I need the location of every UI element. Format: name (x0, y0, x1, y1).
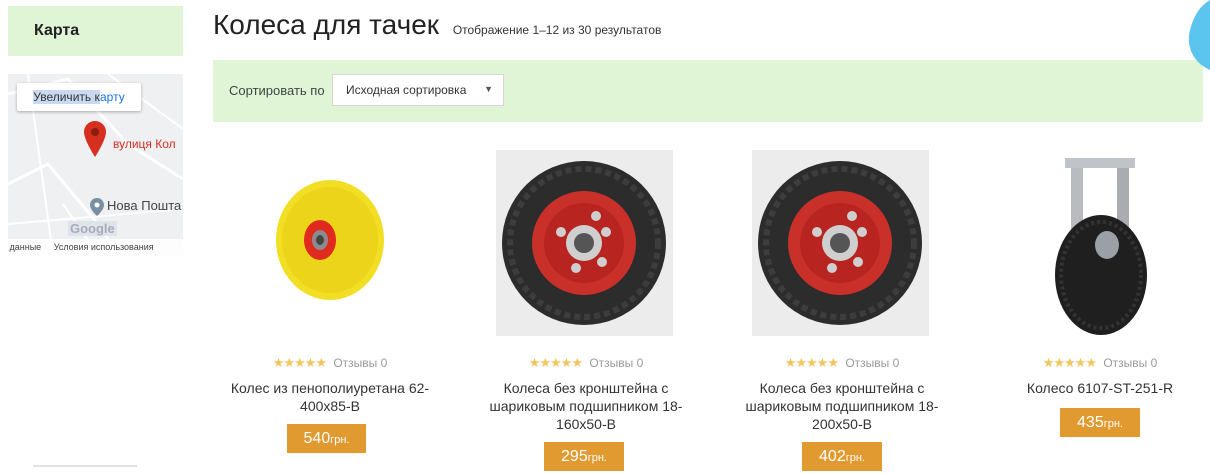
product-name[interactable]: Колесо 6107-ST-251-R (980, 379, 1210, 397)
map-footer: е данные Условия использования (8, 239, 183, 255)
price-currency: грн. (1103, 418, 1123, 430)
sort-select[interactable]: Исходная сортировка ▼ (332, 74, 504, 106)
reviews-link[interactable]: Отзывы 0 (845, 356, 899, 370)
price-value: 295 (561, 448, 588, 465)
product-image[interactable] (270, 170, 390, 315)
sort-selected-value: Исходная сортировка (346, 83, 467, 97)
product-rating: ★★★★★ Отзывы 0 (980, 355, 1210, 371)
enlarge-map-text: Увеличить к (33, 90, 100, 104)
reviews-link[interactable]: Отзывы 0 (589, 356, 643, 370)
red-rim-wheel-image (752, 150, 929, 336)
map-poi-label: Нова Пошта (107, 198, 182, 213)
price-button[interactable]: 435грн. (1060, 408, 1140, 437)
product-image[interactable] (496, 150, 673, 341)
result-count: Отображение 1–12 из 30 результатов (452, 23, 662, 37)
price-value: 402 (819, 448, 846, 465)
product-rating: ★★★★★ Отзывы 0 (210, 355, 450, 371)
price-currency: грн. (845, 452, 865, 464)
page-title-text: Колеса для тачек (213, 9, 440, 40)
corner-decoration (1188, 0, 1210, 70)
product-image[interactable] (1035, 150, 1165, 345)
enlarge-map-link-text: арту (100, 90, 125, 104)
product-rating: ★★★★★ Отзывы 0 (722, 355, 962, 371)
price-button[interactable]: 295грн. (544, 442, 624, 471)
map-pin-icon[interactable] (84, 121, 106, 157)
rating-stars: ★★★★★ (1042, 355, 1097, 370)
price-value: 540 (303, 430, 331, 447)
sidebar-heading-text: Карта (34, 22, 80, 39)
product-image[interactable] (752, 150, 929, 341)
rating-stars: ★★★★★ (272, 355, 327, 370)
enlarge-map-button[interactable]: Увеличить карту (17, 83, 141, 111)
price-currency: грн. (330, 434, 350, 446)
product-name[interactable]: Колеса без кронштейна с шариковым подшип… (466, 379, 706, 433)
rating-stars: ★★★★★ (784, 355, 839, 370)
sidebar-map-heading: Карта (8, 6, 183, 56)
price-button[interactable]: 402грн. (802, 442, 882, 471)
reviews-link[interactable]: Отзывы 0 (333, 356, 387, 370)
price-button[interactable]: 540грн. (287, 424, 366, 453)
yellow-wheel-image (276, 180, 384, 300)
product-rating: ★★★★★ Отзывы 0 (466, 355, 706, 371)
sort-bar: Сортировать по Исходная сортировка ▼ (213, 60, 1203, 122)
map-poi-icon[interactable] (90, 198, 104, 216)
product-name[interactable]: Колеса без кронштейна с шариковым подшип… (722, 379, 962, 433)
product-name[interactable]: Колес из пенополиуретана 62-400x85-B (210, 379, 450, 415)
sidebar-divider (33, 465, 137, 467)
reviews-link[interactable]: Отзывы 0 (1103, 356, 1157, 370)
google-logo: Google (68, 221, 117, 236)
sort-label: Сортировать по (229, 83, 325, 98)
red-rim-wheel-image (496, 150, 673, 336)
rating-stars: ★★★★★ (528, 355, 583, 370)
map-data-label: е данные (8, 242, 42, 252)
castor-wheel-image (1055, 158, 1147, 335)
map-street-label: вулиця Кол (113, 137, 176, 151)
map-widget[interactable]: Увеличить карту вулиця Кол Нова Пошта Go… (8, 74, 183, 255)
price-currency: грн. (587, 452, 607, 464)
dropdown-arrow-icon: ▼ (484, 84, 493, 94)
price-value: 435 (1077, 414, 1104, 431)
map-terms-link[interactable]: Условия использования (54, 242, 154, 252)
page-title: Колеса для тачек Отображение 1–12 из 30 … (213, 9, 661, 41)
